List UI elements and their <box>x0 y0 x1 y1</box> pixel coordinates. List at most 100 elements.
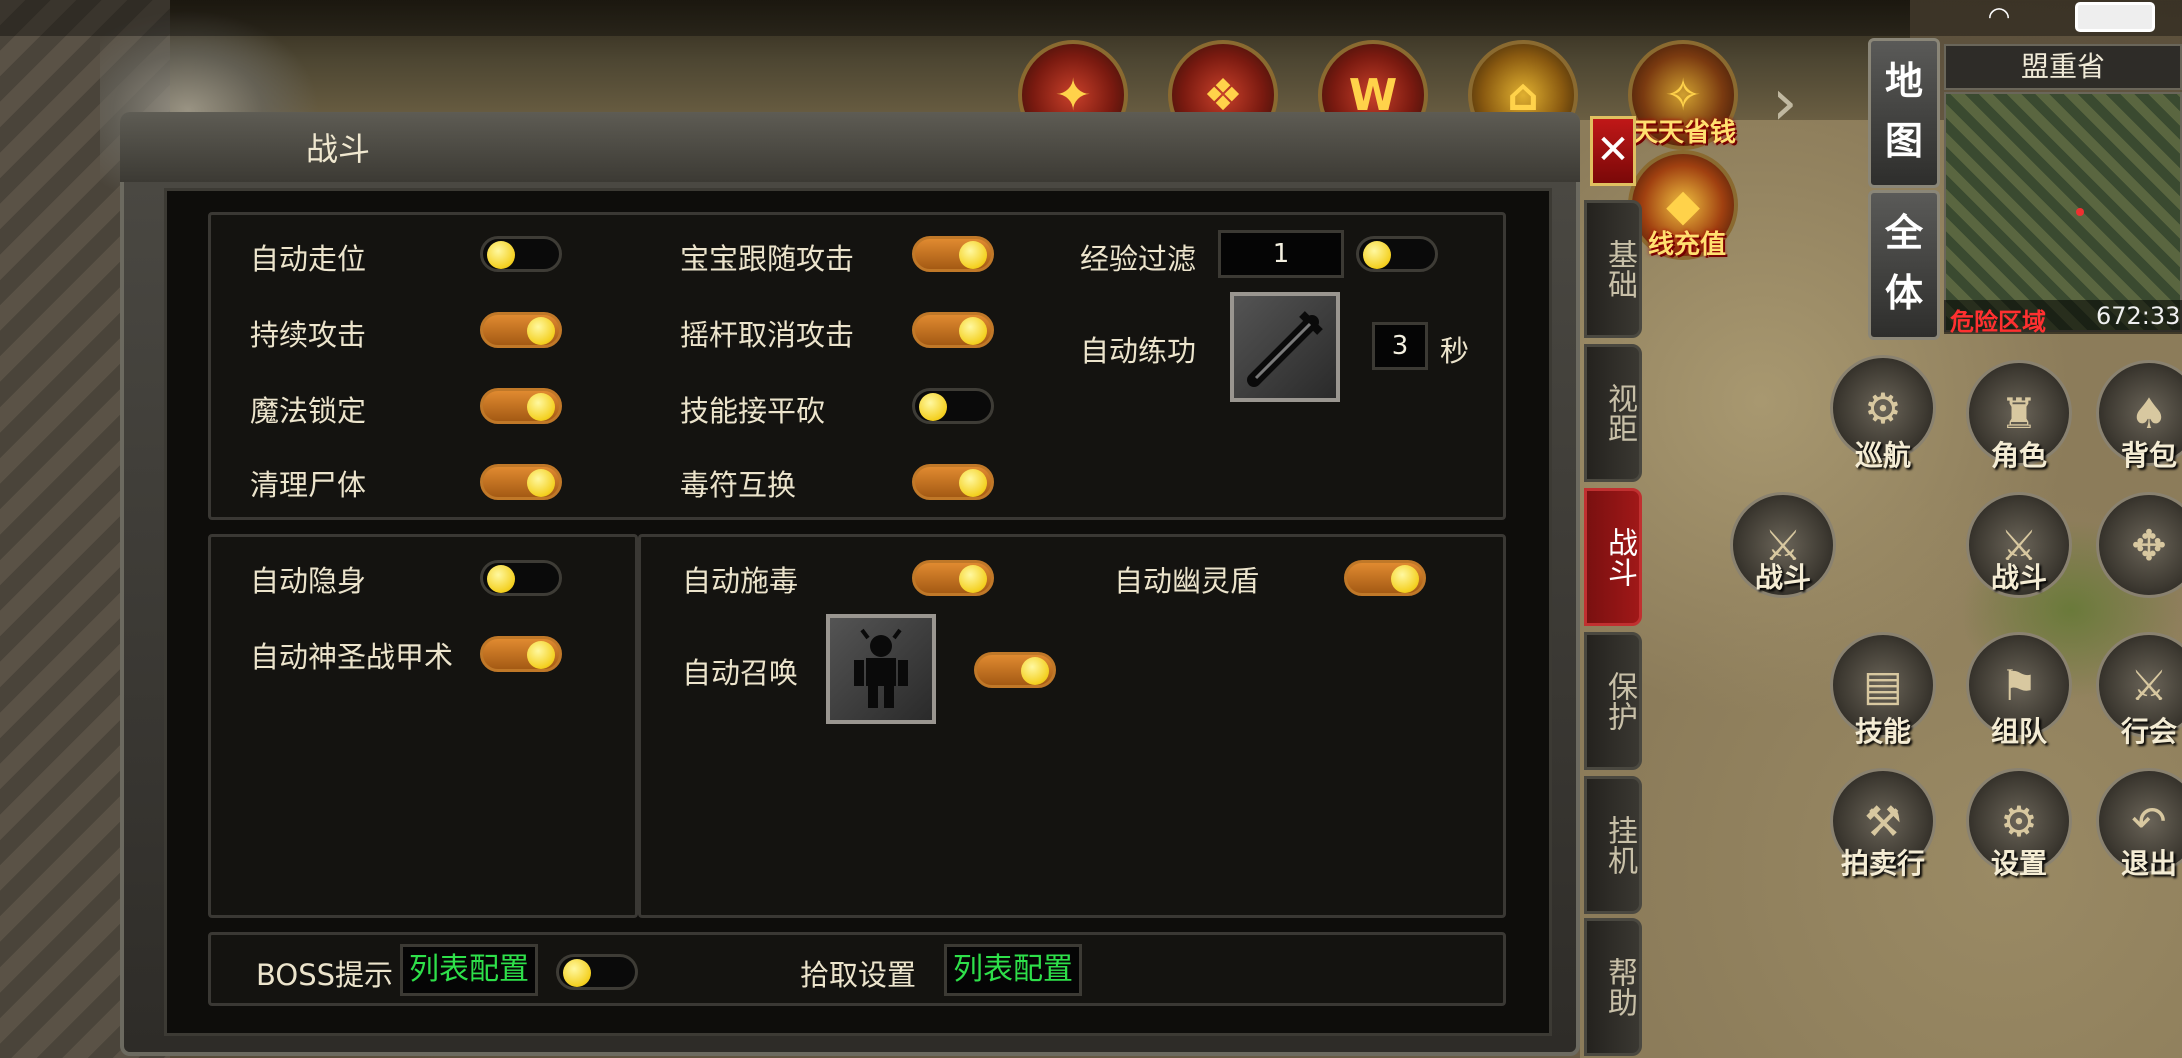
auto-stealth-label: 自动隐身 <box>250 564 367 598</box>
clear-corpses-label: 清理尸体 <box>250 468 367 502</box>
toggle-knob <box>487 565 515 593</box>
tab-protect-label: 保护 <box>1602 671 1637 731</box>
sword-skill-icon[interactable] <box>1230 292 1340 402</box>
minimap[interactable] <box>1944 92 2182 332</box>
joystick-cancel-attack-toggle[interactable] <box>912 312 994 348</box>
joystick-cancel-attack-label: 摇杆取消攻击 <box>680 318 855 352</box>
toggle-knob <box>563 959 591 987</box>
pet-follow-attack-label: 宝宝跟随攻击 <box>680 242 855 276</box>
bag-label: 背包 <box>2120 439 2177 472</box>
sword-icon <box>1247 311 1323 387</box>
return-arrow-icon: ↶ <box>2131 796 2167 846</box>
toggle-knob <box>959 241 987 269</box>
toggle-knob <box>527 641 555 669</box>
toggle-knob <box>487 241 515 269</box>
tab-basic-label: 基础 <box>1602 239 1637 299</box>
clear-corpses-toggle[interactable] <box>480 464 562 500</box>
summon-skill-icon[interactable] <box>826 614 936 724</box>
toggle-knob <box>959 565 987 593</box>
tab-combat-label: 战斗 <box>1602 527 1637 587</box>
guild-label: 行会 <box>2120 715 2177 748</box>
auction-label: 拍卖行 <box>1840 847 1925 880</box>
helmet-icon: ♜ <box>2000 388 2038 438</box>
skill-label: 技能 <box>1854 715 1911 748</box>
tab-help-label: 帮助 <box>1602 957 1637 1017</box>
skill-chain-attack-label: 技能接平砍 <box>680 394 826 428</box>
tab-help[interactable]: 帮助 <box>1584 918 1642 1056</box>
skeleton-warrior-icon <box>854 628 908 708</box>
tab-protect[interactable]: 保护 <box>1584 632 1642 770</box>
battery-icon <box>2075 2 2155 32</box>
chevron-right-icon[interactable]: › <box>1772 68 1822 138</box>
all-button[interactable]: 全体 <box>1868 190 1940 340</box>
toggle-knob <box>919 393 947 421</box>
toggle-knob <box>959 469 987 497</box>
tab-idle-label: 挂机 <box>1602 815 1637 875</box>
region-name: 盟重省 <box>1944 44 2182 90</box>
toggle-knob <box>959 317 987 345</box>
map-button[interactable]: 地图 <box>1868 38 1940 188</box>
pickup-list-config-button[interactable]: 列表配置 <box>944 944 1082 996</box>
auto-holy-armor-label: 自动神圣战甲术 <box>250 640 454 674</box>
toggle-knob <box>1363 241 1391 269</box>
continuous-attack-toggle[interactable] <box>480 312 562 348</box>
poison-talisman-swap-toggle[interactable] <box>912 464 994 500</box>
boss-alert-toggle[interactable] <box>556 954 638 990</box>
wifi-icon: ◠ <box>1987 2 2011 32</box>
magic-lock-toggle[interactable] <box>480 388 562 424</box>
auto-poison-label: 自动施毒 <box>682 564 799 598</box>
tab-basic[interactable]: 基础 <box>1584 200 1642 338</box>
boss-list-config-button[interactable]: 列表配置 <box>400 944 538 996</box>
continuous-attack-label: 持续攻击 <box>250 318 367 352</box>
team-label: 组队 <box>1990 715 2047 748</box>
flag-icon: ⚑ <box>2000 660 2038 710</box>
combat-label-left: 战斗 <box>1754 561 1811 594</box>
gear-icon: ⚙ <box>1864 383 1902 433</box>
combat-label: 战斗 <box>1990 561 2047 594</box>
tab-combat[interactable]: 战斗 <box>1584 488 1642 626</box>
toggle-knob <box>1021 657 1049 685</box>
auto-holy-armor-toggle[interactable] <box>480 636 562 672</box>
auto-poison-toggle[interactable] <box>912 560 994 596</box>
pickup-settings-label: 拾取设置 <box>800 958 917 992</box>
auto-move-toggle[interactable] <box>480 236 562 272</box>
character-label: 角色 <box>1990 439 2047 472</box>
skill-chain-attack-toggle[interactable] <box>912 388 994 424</box>
auto-summon-toggle[interactable] <box>974 652 1056 688</box>
crossed-swords-icon: ⚔ <box>2130 660 2168 710</box>
hammer-icon: ⚒ <box>1864 796 1902 846</box>
auto-practice-label: 自动练功 <box>1080 334 1197 368</box>
practice-seconds-input[interactable]: 3 <box>1372 322 1428 370</box>
tab-view-distance[interactable]: 视距 <box>1584 344 1642 482</box>
danger-zone-label: 危险区域 <box>1950 308 2046 336</box>
pet-follow-attack-toggle[interactable] <box>912 236 994 272</box>
toggle-knob <box>527 393 555 421</box>
auto-ghost-shield-label: 自动幽灵盾 <box>1114 564 1260 598</box>
tab-view-distance-label: 视距 <box>1602 383 1637 443</box>
auto-ghost-shield-toggle[interactable] <box>1344 560 1426 596</box>
poison-talisman-swap-label: 毒符互换 <box>680 468 797 502</box>
move-arrows-icon: ✥ <box>2131 520 2167 570</box>
settings-label: 设置 <box>1990 847 2047 880</box>
exp-filter-label: 经验过滤 <box>1080 242 1197 276</box>
close-button[interactable]: ✕ <box>1590 116 1636 186</box>
coordinates: 672:33 <box>2096 302 2181 330</box>
panel-title: 战斗 <box>306 130 371 168</box>
gear-icon: ⚙ <box>2000 796 2038 846</box>
auto-summon-label: 自动召唤 <box>682 656 799 690</box>
tab-idle[interactable]: 挂机 <box>1584 776 1642 914</box>
magic-lock-label: 魔法锁定 <box>250 394 367 428</box>
player-marker <box>2076 208 2084 216</box>
book-icon: ▤ <box>1863 660 1903 710</box>
toggle-knob <box>1391 565 1419 593</box>
cruise-label: 巡航 <box>1854 439 1911 472</box>
bag-icon: ♠ <box>2130 388 2168 438</box>
exp-filter-toggle[interactable] <box>1356 236 1438 272</box>
toggle-knob <box>527 469 555 497</box>
toggle-knob <box>527 317 555 345</box>
auto-move-label: 自动走位 <box>250 242 367 276</box>
exp-filter-input[interactable]: 1 <box>1218 230 1344 278</box>
status-bar <box>0 0 2182 36</box>
seconds-unit-label: 秒 <box>1440 334 1470 368</box>
auto-stealth-toggle[interactable] <box>480 560 562 596</box>
